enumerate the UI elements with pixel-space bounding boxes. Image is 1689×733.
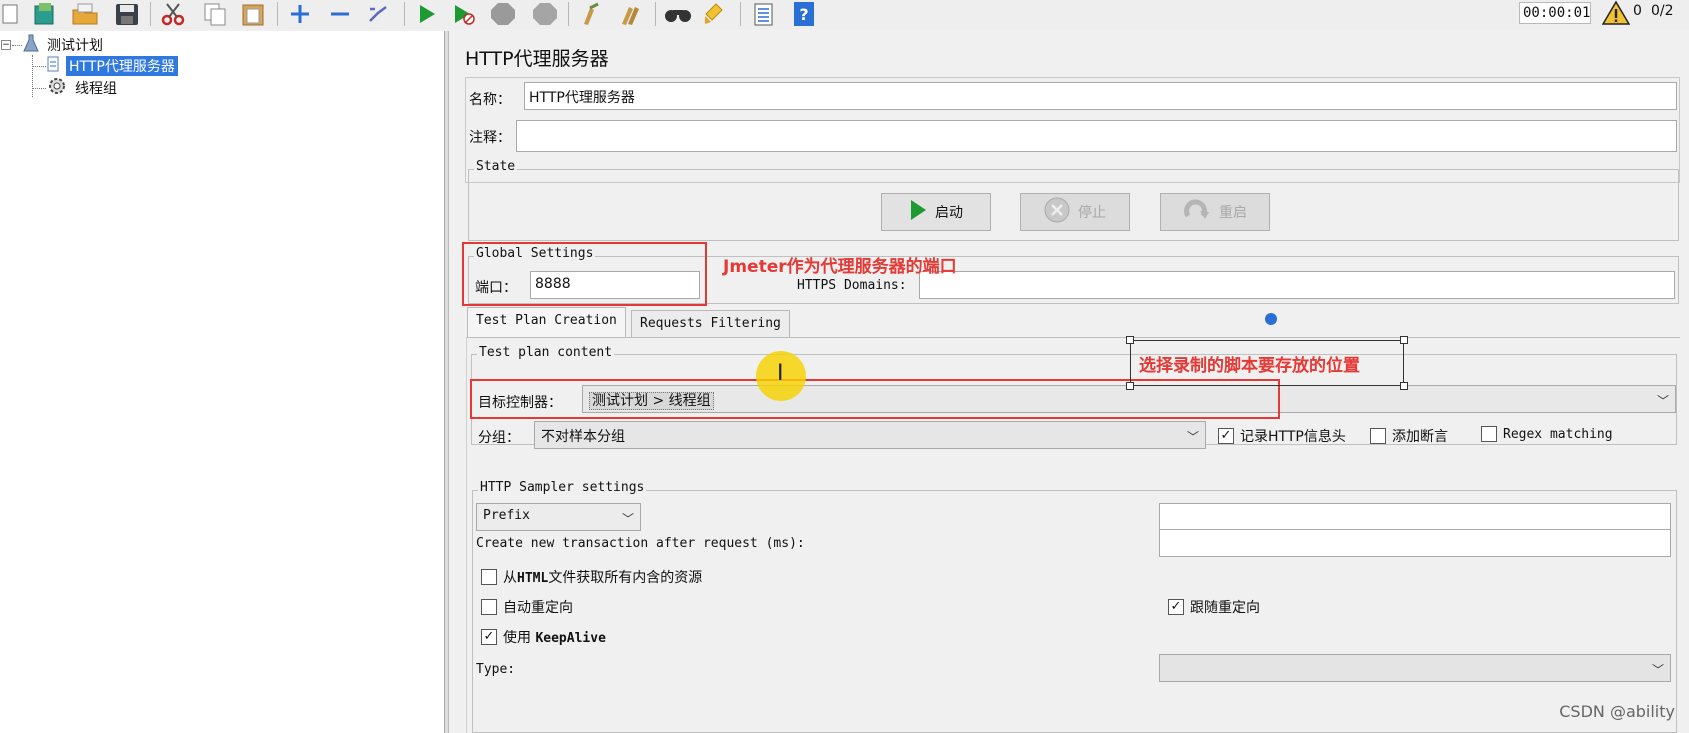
state-title: State [474,159,518,174]
open-icon[interactable] [70,0,100,27]
templates-icon[interactable] [30,0,60,27]
comment-field[interactable] [516,120,1677,152]
checkbox-unchecked [1370,428,1386,444]
checkbox-unchecked [1481,426,1497,442]
port-annotation: Jmeter作为代理服务器的端口 [723,257,957,277]
resize-handle [1400,382,1408,390]
prefix-value: Prefix [483,508,530,523]
name-label: 名称： [469,92,511,108]
checkbox-checked: ✓ [1218,428,1234,444]
https-domains-label: HTTPS Domains: [797,278,907,293]
active-threads: 0/2 [1651,3,1674,19]
prefix-select[interactable]: Prefix ﹀ [476,503,641,531]
chevron-down-icon: ﹀ [1186,430,1199,444]
expand-icon[interactable] [286,0,314,27]
tab-test-plan-creation[interactable]: Test Plan Creation [467,307,626,337]
watermark: CSDN @ability [1559,702,1675,721]
grouping-select[interactable]: 不对样本分组 ﹀ [534,421,1206,449]
name-field[interactable]: HTTP代理服务器 [524,82,1677,110]
checkbox-unchecked [481,569,497,585]
stop-icon [1044,197,1070,227]
checkbox-unchecked [481,599,497,615]
new-icon[interactable] [0,0,22,27]
save-icon[interactable] [112,0,142,27]
test-plan-content-title: Test plan content [477,345,615,360]
prefix-field[interactable] [1159,503,1671,531]
text-cursor-icon: I [777,361,784,386]
paste-icon[interactable] [238,0,268,27]
record-headers-checkbox[interactable]: ✓ 记录HTTP信息头 [1218,426,1346,446]
grouping-label: 分组： [478,430,520,446]
type-label: Type: [476,662,516,677]
chevron-down-icon: ﹀ [621,512,634,526]
help-icon[interactable]: ? [790,0,818,27]
type-select[interactable]: ﹀ [1159,654,1671,682]
clear-icon[interactable] [576,0,606,27]
start-button[interactable]: 启动 [881,193,991,231]
cut-icon[interactable] [158,0,188,27]
stop-icon[interactable] [488,0,518,27]
resize-handle [1400,336,1408,344]
function-helper-icon[interactable] [748,0,778,27]
https-domains-field[interactable] [919,271,1675,299]
play-icon [909,199,927,225]
follow-redirect-checkbox[interactable]: ✓ 跟随重定向 [1168,597,1260,617]
transaction-label: Create new transaction after request (ms… [476,536,805,551]
tree-item-label: 线程组 [75,81,117,97]
tree-item-label: HTTP代理服务器 [66,56,178,76]
tree-item-test-plan[interactable]: 测试计划 [22,33,106,57]
auto-redirect-checkbox[interactable]: 自动重定向 [481,597,573,617]
tree-item-http-proxy[interactable]: HTTP代理服务器 [46,56,178,76]
run-no-pause-icon[interactable] [450,0,478,27]
port-highlight-box [462,242,707,306]
transaction-field[interactable] [1159,529,1671,557]
shutdown-icon[interactable] [530,0,560,27]
page-title: HTTP代理服务器 [465,48,609,70]
comment-label: 注释： [469,130,511,146]
collapse-icon[interactable] [326,0,354,27]
tree-collapse-toggle[interactable]: − [1,40,11,50]
chevron-down-icon: ﹀ [1656,394,1669,408]
copy-icon[interactable] [200,0,230,27]
clear-all-icon[interactable] [616,0,646,27]
keepalive-checkbox[interactable]: ✓ 使用 KeepAlive [481,627,606,647]
run-icon[interactable] [414,0,440,27]
http-sampler-title: HTTP Sampler settings [478,480,647,495]
svg-text:?: ? [799,5,808,24]
reset-search-icon[interactable] [700,0,730,27]
test-plan-icon [22,33,40,57]
search-icon[interactable] [662,0,694,27]
grouping-value: 不对样本分组 [541,429,625,445]
stop-button[interactable]: 停止 [1020,193,1130,231]
warning-count: 0 [1633,3,1642,19]
tree-item-label: 测试计划 [47,38,103,54]
resize-handle [1126,336,1134,344]
regex-matching-checkbox[interactable]: Regex matching [1481,426,1613,442]
checkbox-checked: ✓ [1168,599,1184,615]
checkbox-checked: ✓ [481,629,497,645]
gear-icon [46,76,68,100]
target-annotation: 选择录制的脚本要存放的位置 [1139,356,1360,376]
toolbar: ? 00:00:01 0 0/2 [0,0,1689,29]
tree-item-thread-group[interactable]: 线程组 [46,78,120,98]
add-assertions-checkbox[interactable]: 添加断言 [1370,426,1448,446]
pane-splitter[interactable] [444,31,449,733]
tab-requests-filtering[interactable]: Requests Filtering [631,310,790,338]
http-proxy-panel: HTTP代理服务器 名称： HTTP代理服务器 注释： State 启动 停止 … [450,31,1689,733]
chevron-down-icon: ﹀ [1651,663,1664,677]
resize-handle [1126,382,1134,390]
proxy-icon [46,54,62,78]
test-plan-tree: − 测试计划 HTTP代理服务器 线程组 [0,31,444,733]
restart-button[interactable]: 重启 [1160,193,1270,231]
fetch-resources-checkbox[interactable]: 从HTML文件获取所有内含的资源 [481,567,702,587]
warning-icon[interactable] [1601,0,1631,30]
toggle-icon[interactable] [364,0,392,27]
elapsed-time: 00:00:01 [1519,2,1591,24]
restart-icon [1183,198,1211,226]
cursor-dot [1265,313,1277,325]
